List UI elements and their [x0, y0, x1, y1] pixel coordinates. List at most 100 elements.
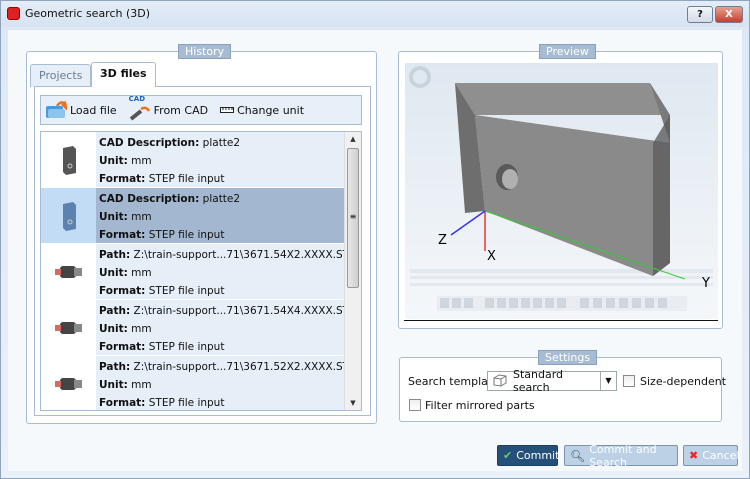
cube-icon — [493, 374, 507, 387]
load-file-button[interactable]: Load file — [45, 99, 117, 121]
item-description: Z:\train-support...71\3671.54X4.XXXX.STE… — [133, 305, 345, 317]
history-list-item[interactable]: Path: Z:\train-support...71\3671.52X2.XX… — [41, 356, 345, 410]
item-key: Format: — [99, 285, 146, 297]
item-thumbnail — [41, 188, 96, 243]
history-list-item[interactable]: CAD Description: platte2 Unit: mm Format… — [41, 188, 345, 244]
item-format: STEP file input — [148, 285, 225, 297]
plate-thumbnail-icon — [62, 145, 76, 175]
plate-top-face — [455, 83, 670, 115]
change-unit-button[interactable]: Change unit — [220, 104, 304, 117]
item-unit: mm — [131, 379, 152, 391]
title-bar: Geometric search (3D) ? X — [1, 1, 749, 27]
y-axis-label: Y — [701, 276, 710, 291]
scroll-up-arrow[interactable]: ▲ — [345, 132, 361, 146]
help-button[interactable]: ? — [687, 6, 713, 23]
item-description: Z:\train-support...71\3671.52X2.XXXX.STE… — [133, 361, 345, 373]
item-key: Path: — [99, 361, 131, 373]
item-key: Format: — [99, 341, 146, 353]
from-cad-label: From CAD — [153, 103, 209, 117]
folder-open-icon — [46, 100, 67, 118]
item-key: Unit: — [99, 323, 128, 335]
history-toolbar: Load file CAD From CAD Change unit — [40, 95, 362, 125]
commit-and-search-label: Commit and Search — [589, 442, 657, 469]
close-button[interactable]: X — [715, 6, 743, 23]
item-key: Format: — [99, 397, 146, 409]
item-key: Unit: — [99, 267, 128, 279]
dotted-ground-pattern — [410, 269, 713, 286]
plate-right-edge — [653, 115, 670, 276]
item-thumbnail — [41, 300, 96, 355]
connector-thumbnail-icon — [54, 265, 82, 278]
history-list-item[interactable]: Path: Z:\train-support...71\3671.54X4.XX… — [41, 300, 345, 356]
item-key: Format: — [99, 173, 146, 185]
item-thumbnail — [41, 356, 96, 410]
commit-label: Commit — [516, 449, 560, 462]
ruler-icon — [220, 107, 235, 113]
scroll-down-arrow[interactable]: ▼ — [345, 396, 361, 410]
item-key: Unit: — [99, 211, 128, 223]
list-scrollbar[interactable]: ▲ ≡ ▼ — [344, 132, 361, 410]
item-format: STEP file input — [148, 173, 225, 185]
filter-mirrored-checkbox[interactable] — [409, 399, 421, 411]
item-key: CAD Description: — [99, 193, 200, 205]
item-key: Unit: — [99, 379, 128, 391]
item-info: CAD Description: platte2 Unit: mm Format… — [96, 132, 345, 187]
history-list-item[interactable]: CAD Description: platte2 Unit: mm Format… — [41, 132, 345, 188]
item-info: Path: Z:\train-support...71\3671.54X4.XX… — [96, 300, 345, 355]
item-format: STEP file input — [148, 397, 225, 409]
cancel-button[interactable]: ✖ Cancel — [683, 445, 740, 466]
window-title: Geometric search (3D) — [25, 7, 151, 20]
tab-3d-files[interactable]: 3D files — [91, 62, 156, 87]
preview-divider — [404, 320, 718, 321]
from-cad-button[interactable]: CAD From CAD — [128, 95, 209, 122]
search-template-dropdown[interactable]: Standard search ▼ — [487, 368, 617, 394]
checkmark-icon: ✔ — [503, 449, 513, 462]
item-unit: mm — [131, 267, 152, 279]
change-unit-label: Change unit — [237, 103, 305, 117]
cad-import-icon: CAD — [128, 95, 151, 122]
3d-model-render: X Y Z — [409, 66, 713, 311]
history-file-list[interactable]: Path: Z:\train-support...71\3671.52X2.XX… — [40, 131, 362, 411]
item-unit: mm — [131, 155, 152, 167]
item-key: Path: — [99, 305, 131, 317]
item-format: STEP file input — [148, 229, 225, 241]
load-file-label: Load file — [70, 103, 117, 117]
item-key: Format: — [99, 229, 146, 241]
size-dependent-checkbox[interactable] — [623, 375, 635, 387]
filter-mirrored-label: Filter mirrored parts — [425, 399, 535, 412]
cancel-label: Cancel — [702, 449, 740, 462]
dropdown-arrow-icon[interactable]: ▼ — [600, 372, 616, 390]
item-format: STEP file input — [148, 341, 225, 353]
commit-button[interactable]: ✔ Commit — [497, 445, 560, 466]
preview-legend: Preview — [539, 44, 596, 59]
item-unit: mm — [131, 323, 152, 335]
item-thumbnail — [41, 132, 96, 187]
app-icon — [7, 7, 20, 20]
item-description: platte2 — [202, 193, 241, 205]
size-dependent-label: Size-dependent — [640, 375, 727, 388]
scrollbar-thumb[interactable]: ≡ — [347, 148, 359, 288]
item-info: CAD Description: platte2 Unit: mm Format… — [96, 188, 345, 243]
x-axis-label: X — [487, 249, 496, 264]
item-info: Path: Z:\train-support...71\3671.54X2.XX… — [96, 244, 345, 299]
connector-thumbnail-icon — [54, 377, 82, 390]
connector-thumbnail-icon — [54, 321, 82, 334]
cad-badge: CAD — [128, 95, 146, 103]
item-description: Z:\train-support...71\3671.54X2.XXXX.STE… — [133, 249, 345, 261]
item-unit: mm — [131, 211, 152, 223]
item-key: CAD Description: — [99, 137, 200, 149]
commit-and-search-button[interactable]: 🔍︎ Commit and Search — [564, 442, 678, 469]
z-axis-line — [450, 210, 486, 236]
3d-preview-viewport[interactable]: X Y Z — [405, 63, 718, 319]
search-check-icon: 🔍︎ — [570, 448, 586, 463]
loading-spinner-icon — [409, 66, 431, 88]
search-template-value: Standard search — [513, 368, 564, 394]
settings-legend: Settings — [538, 350, 598, 365]
tab-projects[interactable]: Projects — [30, 64, 92, 87]
red-x-icon: ✖ — [689, 449, 699, 462]
plate-thumbnail-icon — [62, 201, 76, 231]
history-legend: History — [178, 44, 232, 59]
item-key: Path: — [99, 249, 131, 261]
history-list-item[interactable]: Path: Z:\train-support...71\3671.54X2.XX… — [41, 244, 345, 300]
item-thumbnail — [41, 244, 96, 299]
